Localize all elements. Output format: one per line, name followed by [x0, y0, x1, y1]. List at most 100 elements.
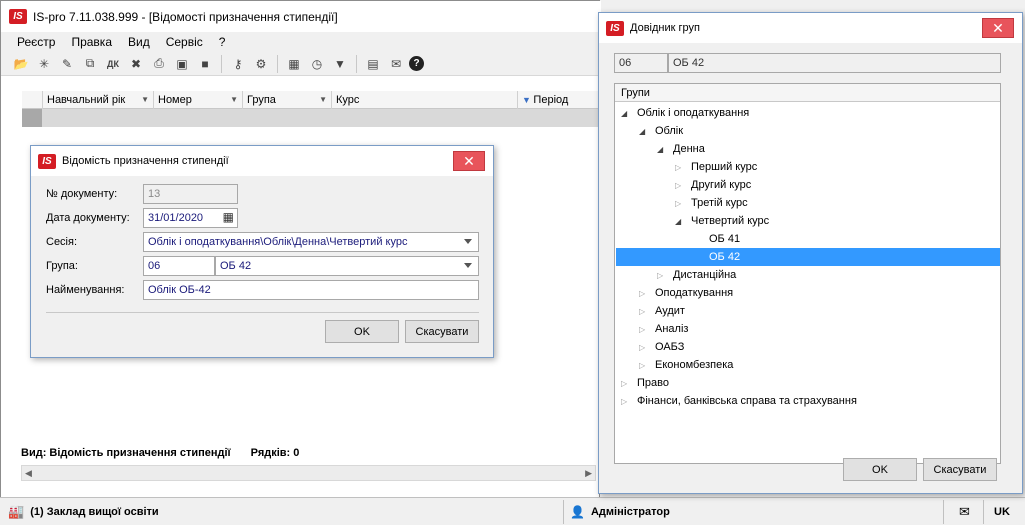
document-icon[interactable]: ▤	[363, 54, 383, 74]
menu-item-help[interactable]: ?	[211, 35, 234, 49]
tree-node[interactable]: ▷ Фінанси, банківська справа та страхуван…	[621, 392, 857, 410]
tree-selection-highlight	[616, 248, 1000, 266]
column-number[interactable]: Номер ▼	[154, 91, 243, 109]
cancel-button[interactable]: Скасувати	[405, 320, 479, 343]
settings-icon[interactable]: ⚙	[251, 54, 271, 74]
archive-icon[interactable]: ■	[195, 54, 215, 74]
collapsed-icon[interactable]: ▷	[675, 159, 687, 177]
tree-node[interactable]: ◢ Денна	[657, 140, 705, 158]
session-select[interactable]: Облік і оподаткування\Облік\Денна\Четвер…	[143, 232, 479, 252]
copy-icon[interactable]: ⧉	[80, 54, 100, 74]
scroll-left-icon[interactable]: ◀	[25, 468, 32, 479]
tree-node[interactable]: ▷ Перший курс	[675, 158, 757, 176]
collapsed-icon[interactable]: ▷	[675, 195, 687, 213]
ok-button[interactable]: OK	[843, 458, 917, 481]
expanded-icon[interactable]: ◢	[675, 213, 687, 231]
collapsed-icon[interactable]: ▷	[639, 303, 651, 321]
tree-node[interactable]: ▷ Право	[621, 374, 669, 392]
collapsed-icon[interactable]: ▷	[639, 321, 651, 339]
ok-button[interactable]: OK	[325, 320, 399, 343]
doc-date-field[interactable]: 31/01/2020 ▦	[143, 208, 238, 228]
table-row[interactable]	[22, 109, 601, 127]
institution-cell[interactable]: 🏭 (1) Заклад вищої освіти	[8, 500, 564, 524]
collapsed-icon[interactable]: ▷	[639, 339, 651, 357]
group-name-select[interactable]: ОБ 42	[215, 256, 479, 276]
column-period[interactable]: ▼ Період	[518, 91, 601, 109]
key-icon[interactable]: ⚷	[228, 54, 248, 74]
collapsed-icon[interactable]: ▷	[657, 267, 669, 285]
tree-node[interactable]: ▷ Економбезпека	[639, 356, 733, 374]
collapsed-icon[interactable]: ▷	[639, 285, 651, 303]
row-indicator	[22, 109, 42, 127]
tree-node[interactable]: ▷ Оподаткування	[639, 284, 733, 302]
expanded-icon[interactable]: ◢	[621, 105, 633, 123]
accounting-icon[interactable]: ДК	[103, 54, 123, 74]
close-button[interactable]: ✕	[453, 151, 485, 171]
edit-icon[interactable]: ✎	[57, 54, 77, 74]
menu-item-view[interactable]: Вид	[120, 35, 158, 49]
expanded-icon[interactable]: ◢	[639, 123, 651, 141]
collapsed-icon[interactable]: ▷	[621, 393, 633, 411]
column-group[interactable]: Група ▼	[243, 91, 332, 109]
open-icon[interactable]: 📂	[11, 54, 31, 74]
menu-item-service[interactable]: Сервіс	[158, 35, 211, 49]
tree-node[interactable]: ◢ Облік	[639, 122, 683, 140]
group-label: Група:	[46, 260, 78, 272]
scholarship-document-dialog: IS Відомість призначення стипендії ✕ № д…	[30, 145, 494, 358]
group-code-field[interactable]: 06	[143, 256, 215, 276]
table-icon[interactable]: ▦	[284, 54, 304, 74]
close-button[interactable]: ✕	[982, 18, 1014, 38]
user-icon: 👤	[570, 505, 585, 519]
scroll-right-icon[interactable]: ▶	[585, 468, 592, 479]
chevron-down-icon[interactable]	[464, 263, 472, 268]
bottom-status-bar: 🏭 (1) Заклад вищої освіти 👤 Адміністрато…	[0, 497, 1025, 525]
tree-node-label: Четвертий курс	[691, 215, 770, 227]
tree-node[interactable]: ▷ Другий курс	[675, 176, 751, 194]
menu-item-edit[interactable]: Правка	[63, 35, 120, 49]
tree-node[interactable]: ▷ ОАБЗ	[639, 338, 684, 356]
tree-node[interactable]: ▷ Третій курс	[675, 194, 748, 212]
column-course[interactable]: Курс	[332, 91, 518, 109]
mail-cell[interactable]: ✉	[946, 500, 984, 524]
doc-date-label: Дата документу:	[46, 212, 130, 224]
new-document-icon[interactable]: ✳	[34, 54, 54, 74]
language-indicator[interactable]: UK	[986, 500, 1018, 524]
close-icon: ✕	[992, 19, 1004, 36]
divider	[46, 312, 479, 313]
calendar-icon[interactable]: ▦	[223, 210, 234, 224]
collapsed-icon[interactable]: ▷	[675, 177, 687, 195]
column-academic-year[interactable]: Навчальний рік ▼	[43, 91, 154, 109]
delete-icon[interactable]: ✖	[126, 54, 146, 74]
tree-node[interactable]: ▷ Аналіз	[639, 320, 688, 338]
name-field[interactable]: Облік ОБ-42	[143, 280, 479, 300]
tree-node-label: Право	[637, 377, 669, 389]
menu-item-registry[interactable]: Реєстр	[9, 35, 63, 49]
horizontal-scrollbar[interactable]: ◀ ▶	[21, 465, 596, 481]
tree-node[interactable]: ▷ Дистанційна	[657, 266, 736, 284]
collapsed-icon[interactable]: ▷	[621, 375, 633, 393]
help-icon[interactable]: ?	[409, 56, 424, 71]
print-icon[interactable]: ⎙	[149, 54, 169, 74]
dialog-title-bar: IS Відомість призначення стипендії	[31, 146, 493, 176]
tree-node[interactable]: ◢ Облік і оподаткування	[621, 104, 749, 122]
tree-node-label: Аналіз	[655, 323, 689, 335]
tree-node[interactable]: ◢ Четвертий курс	[675, 212, 769, 230]
toolbar: 📂 ✳ ✎ ⧉ ДК ✖ ⎙ ▣ ■ ⚷ ⚙ ▦ ◷ ▼ ▤ ✉ ?	[1, 52, 601, 76]
filter-icon[interactable]: ▼	[330, 54, 350, 74]
cancel-button[interactable]: Скасувати	[923, 458, 997, 481]
mail-icon[interactable]: ✉	[386, 54, 406, 74]
mail-icon: ✉	[959, 504, 970, 519]
sort-desc-icon: ▼	[522, 95, 534, 105]
expanded-icon[interactable]: ◢	[657, 141, 669, 159]
dialog-title: Довідник груп	[630, 22, 700, 34]
tree-node[interactable]: ▷ Аудит	[639, 302, 685, 320]
history-icon[interactable]: ◷	[307, 54, 327, 74]
package-icon[interactable]: ▣	[172, 54, 192, 74]
user-cell[interactable]: 👤 Адміністратор	[566, 500, 944, 524]
tree-node[interactable]: ОБ 42	[693, 248, 740, 266]
collapsed-icon[interactable]: ▷	[639, 357, 651, 375]
doc-number-label: № документу:	[46, 188, 118, 200]
chevron-down-icon[interactable]	[464, 239, 472, 244]
toolbar-separator	[277, 54, 278, 73]
tree-node[interactable]: ОБ 41	[693, 230, 740, 248]
